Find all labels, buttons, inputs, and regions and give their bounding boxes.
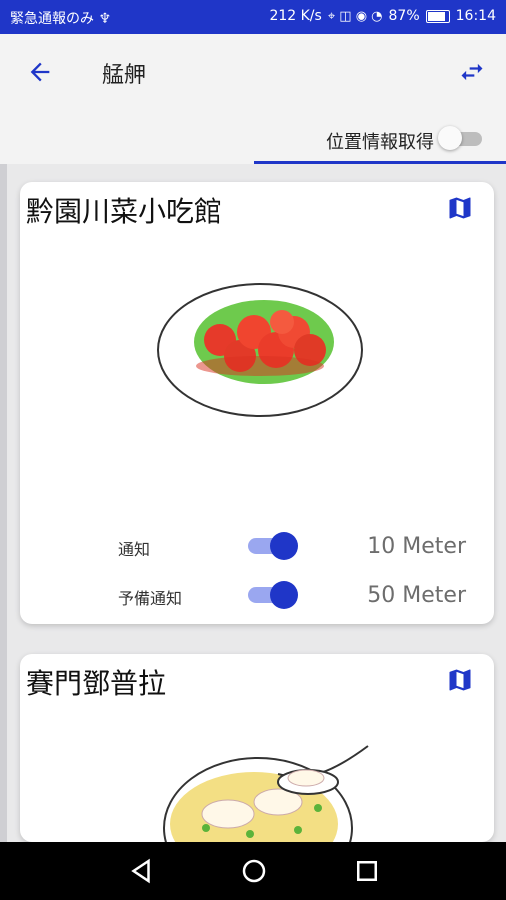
restaurant-card[interactable]: 黔園川菜小吃館 通知 10 Meter 予備通知 50 Meter <box>20 182 494 624</box>
left-edge-strip <box>0 164 7 844</box>
network-speed: 212 K/s <box>269 8 322 24</box>
notification-row: 通知 10 Meter <box>20 526 494 566</box>
status-left-text: 緊急通報のみ ♆ <box>10 11 112 27</box>
system-nav-bar <box>0 842 506 900</box>
backup-notification-label: 予備通知 <box>118 589 183 608</box>
location-toggle[interactable] <box>438 126 484 150</box>
status-bar: 緊急通報のみ ♆ 212 K/s ⌖ ◫ ◉ ◔ 87% 16:14 <box>0 0 506 34</box>
location-toggle-thumb <box>438 126 462 150</box>
map-icon[interactable] <box>446 194 474 222</box>
swap-arrows-icon[interactable] <box>458 58 486 86</box>
backup-notification-row: 予備通知 50 Meter <box>20 575 494 615</box>
restaurant-name: 賽門鄧普拉 <box>26 667 167 700</box>
app-bar <box>0 34 506 114</box>
map-icon[interactable] <box>446 666 474 694</box>
switch-thumb <box>270 532 298 560</box>
nav-back-icon[interactable] <box>126 856 156 886</box>
notification-switch[interactable] <box>248 532 298 560</box>
notification-distance: 10 Meter <box>367 534 466 559</box>
switch-thumb <box>270 581 298 609</box>
battery-percent: 87% <box>388 8 420 24</box>
backup-notification-distance: 50 Meter <box>367 583 466 608</box>
status-icons: ⌖ ◫ ◉ ◔ <box>327 8 383 24</box>
clock: 16:14 <box>455 8 496 24</box>
location-label: 位置情報取得 <box>326 132 434 153</box>
restaurant-name: 黔園川菜小吃館 <box>26 195 223 228</box>
backup-notification-switch[interactable] <box>248 581 298 609</box>
shrimp-dish-illustration <box>157 283 363 417</box>
nav-recents-icon[interactable] <box>352 856 382 886</box>
notification-label: 通知 <box>118 540 151 559</box>
dumpling-soup-illustration <box>163 745 369 842</box>
battery-icon <box>425 9 450 23</box>
page-title: 艋舺 <box>102 63 147 88</box>
arrow-back-icon[interactable] <box>26 58 54 86</box>
restaurant-card[interactable]: 賽門鄧普拉 <box>20 654 494 842</box>
nav-home-icon[interactable] <box>239 856 269 886</box>
tab-indicator <box>254 161 506 164</box>
